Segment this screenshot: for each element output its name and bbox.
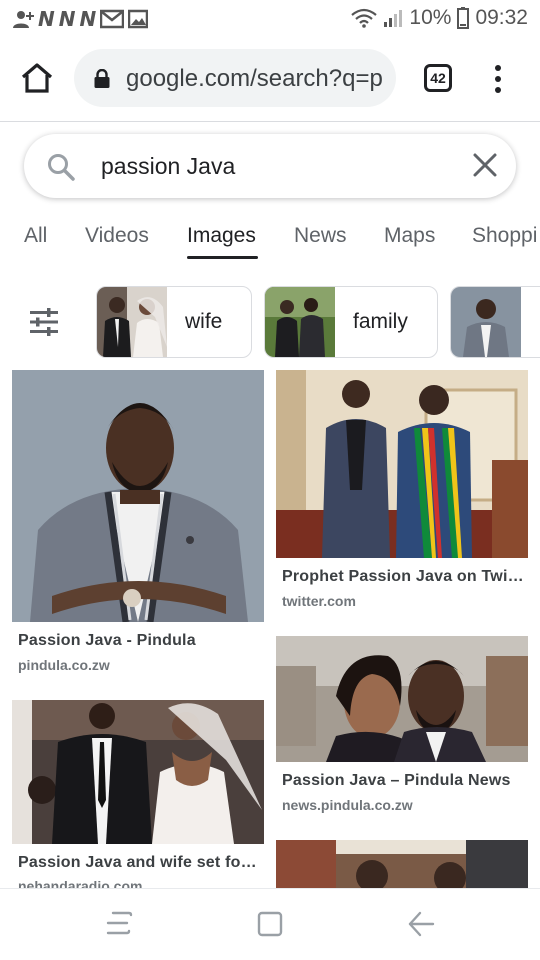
result-image[interactable] [276, 370, 528, 558]
image-result[interactable]: Passion Java – Pindula News news.pindula… [276, 636, 528, 826]
chip-thumbnail [451, 287, 521, 357]
image-result[interactable]: Passion Java and wife set for… nehandara… [12, 700, 264, 888]
address-bar[interactable]: google.com/search?q=p [74, 49, 396, 107]
search-icon[interactable] [46, 152, 76, 182]
tab-shopping[interactable]: Shoppi [472, 224, 537, 248]
clear-icon[interactable] [472, 152, 498, 178]
active-tab-indicator [187, 256, 258, 259]
tab-videos[interactable]: Videos [85, 224, 149, 248]
chip-partial[interactable] [450, 286, 540, 358]
image-result[interactable]: Passion Java - Pindula pindula.co.zw [12, 370, 264, 690]
result-image[interactable] [276, 840, 528, 888]
image-results: Passion Java - Pindula pindula.co.zw Pro… [0, 370, 540, 888]
result-title[interactable]: Passion Java - Pindula [18, 632, 258, 650]
tab-switcher-button[interactable]: 42 [424, 64, 452, 92]
chip-thumbnail [265, 287, 335, 357]
result-domain: nehandaradio.com [18, 878, 143, 888]
browser-toolbar: google.com/search?q=p 42 [0, 38, 540, 122]
person-add-icon [13, 11, 34, 28]
tab-maps[interactable]: Maps [384, 224, 435, 248]
status-left: N N N [12, 7, 149, 31]
search-box[interactable]: passion Java [24, 134, 516, 198]
result-domain: news.pindula.co.zw [282, 797, 413, 813]
result-title[interactable]: Passion Java – Pindula News [282, 772, 526, 790]
chip-wife[interactable]: wife [96, 286, 252, 358]
result-title[interactable]: Passion Java and wife set for… [18, 854, 258, 872]
chip-label: wife [185, 310, 223, 333]
battery-percentage: 10% [409, 6, 452, 29]
chip-label: family [353, 310, 408, 333]
mail-icon [100, 9, 125, 29]
recent-apps-icon[interactable] [105, 909, 133, 939]
result-domain: twitter.com [282, 593, 356, 609]
home-icon [21, 63, 53, 93]
result-title[interactable]: Prophet Passion Java on Twit… [282, 568, 526, 586]
tab-all[interactable]: All [24, 224, 47, 248]
clock: 09:32 [475, 6, 528, 29]
image-result[interactable]: Prophet Passion Java on Twit… twitter.co… [276, 370, 528, 620]
home-nav-icon[interactable] [256, 909, 284, 939]
search-tabs: All Videos Images News Maps Shoppi [0, 208, 540, 270]
tab-images[interactable]: Images [187, 224, 256, 248]
related-chips: wife family [0, 270, 540, 370]
notification-n-icon: N [79, 7, 97, 31]
result-domain: pindula.co.zw [18, 657, 110, 673]
system-nav-bar [0, 888, 540, 960]
url-text: google.com/search?q=p [126, 65, 383, 92]
notification-n-icon: N [38, 7, 55, 31]
battery-icon [457, 7, 470, 29]
image-icon [128, 9, 149, 29]
filter-tune-icon[interactable] [28, 308, 60, 336]
tab-news[interactable]: News [294, 224, 347, 248]
search-query[interactable]: passion Java [101, 153, 235, 180]
status-bar: N N N 10% 09:32 [0, 0, 540, 38]
menu-dot [495, 87, 501, 93]
menu-dot [495, 65, 501, 71]
result-image[interactable] [12, 700, 264, 844]
lock-icon [94, 69, 110, 88]
result-image[interactable] [276, 636, 528, 762]
notification-n-icon: N [58, 7, 76, 31]
menu-dot [495, 76, 501, 82]
chip-thumbnail [97, 287, 167, 357]
status-right: 10% 09:32 [351, 6, 528, 30]
home-button[interactable] [20, 62, 56, 96]
back-icon[interactable] [406, 909, 436, 939]
result-image[interactable] [12, 370, 264, 622]
overflow-menu-button[interactable] [492, 65, 504, 93]
wifi-icon [351, 8, 378, 28]
image-result[interactable] [276, 840, 528, 888]
signal-icon [384, 10, 403, 27]
chip-family[interactable]: family [264, 286, 438, 358]
